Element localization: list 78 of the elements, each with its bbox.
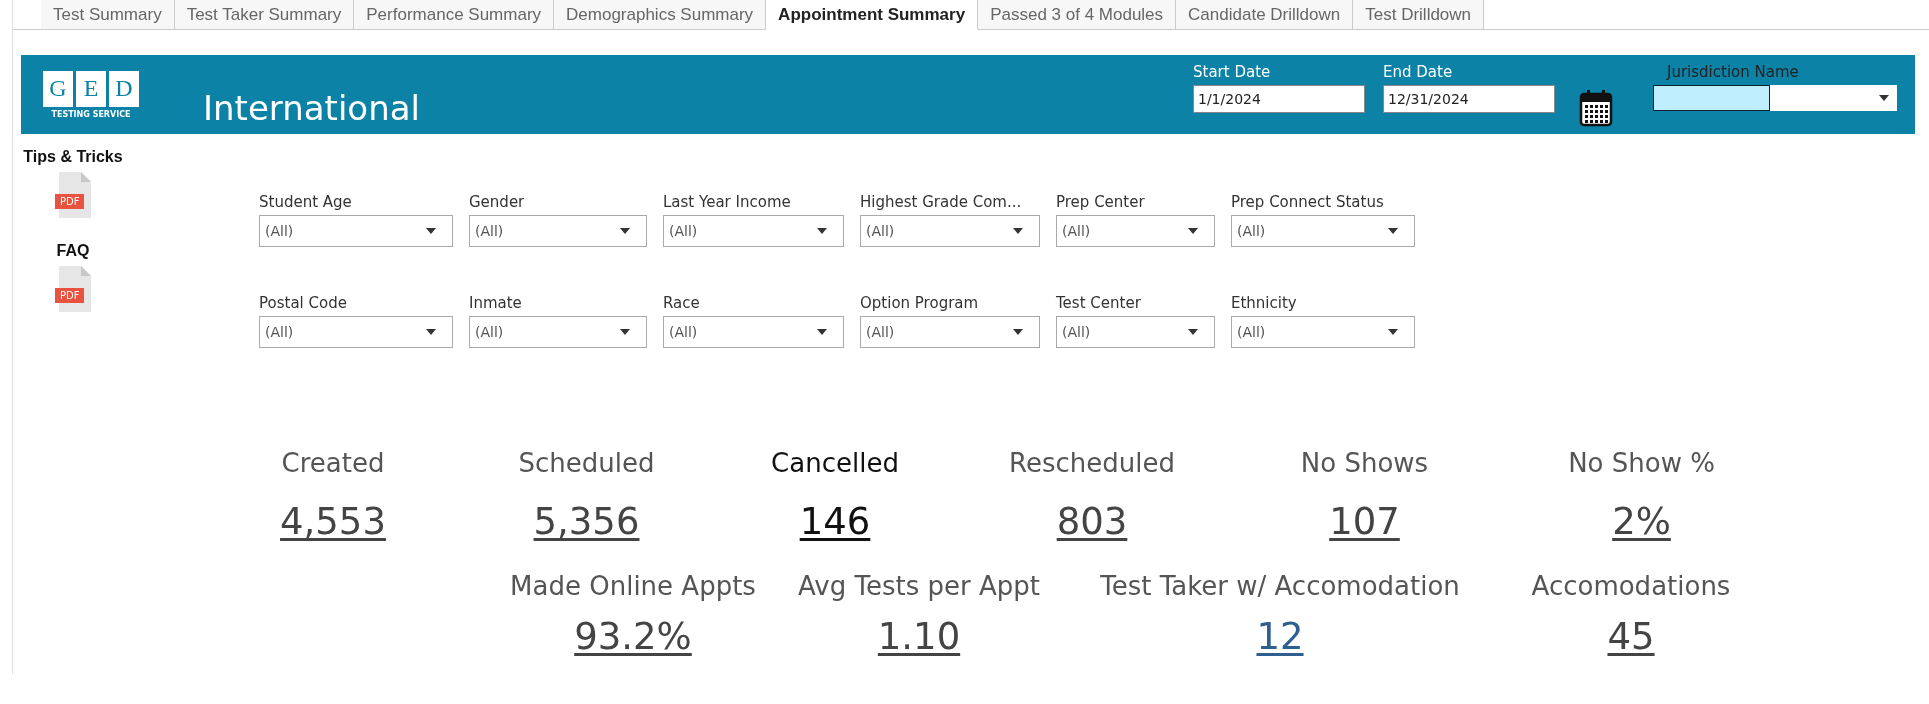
caret-icon xyxy=(1188,329,1198,335)
caret-icon xyxy=(817,329,827,335)
field-label: Jurisdiction Name xyxy=(1667,63,1800,81)
tab[interactable]: Demographics Summary xyxy=(554,0,767,29)
field-label: Start Date xyxy=(1193,63,1272,81)
filter-dropdown[interactable]: (All) xyxy=(860,215,1040,247)
metric-value[interactable]: 4,553 xyxy=(280,500,386,543)
sidebar-label: Tips & Tricks xyxy=(23,148,123,166)
filter-label: Ethnicity xyxy=(1231,293,1298,313)
filter-dropdown[interactable]: (All) xyxy=(1056,316,1215,348)
metric-label: Rescheduled xyxy=(1009,448,1175,478)
metric-value[interactable]: 93.2% xyxy=(574,615,692,658)
caret-icon xyxy=(620,329,630,335)
metric-label: Accomodations xyxy=(1531,571,1731,601)
end-date-field[interactable]: 12/31/2024 xyxy=(1383,85,1555,113)
metric-label: Scheduled xyxy=(518,448,655,478)
filter-label: Highest Grade Com... xyxy=(860,192,1023,212)
start-date-field[interactable]: 1/1/2024 xyxy=(1193,85,1365,113)
filter-dropdown[interactable]: (All) xyxy=(469,316,647,348)
filter-dropdown[interactable]: (All) xyxy=(1231,316,1415,348)
sidebar-label: FAQ xyxy=(56,242,90,260)
caret-icon xyxy=(426,228,436,234)
filter-dropdown[interactable]: (All) xyxy=(259,215,453,247)
metric-label: Cancelled xyxy=(771,448,899,478)
metric-value[interactable]: 1.10 xyxy=(877,615,961,658)
filter-dropdown[interactable]: (All) xyxy=(860,316,1040,348)
tab[interactable]: Passed 3 of 4 Modules xyxy=(978,0,1177,29)
filter-dropdown[interactable]: (All) xyxy=(259,316,453,348)
jurisdiction-dropdown[interactable] xyxy=(1653,85,1897,111)
tab[interactable]: Test Drilldown xyxy=(1353,0,1485,29)
metric-value[interactable]: 5,356 xyxy=(533,500,640,543)
metric-value[interactable]: 107 xyxy=(1329,500,1400,543)
caret-icon xyxy=(1388,228,1398,234)
caret-icon xyxy=(1388,329,1398,335)
filter-dropdown[interactable]: (All) xyxy=(1056,215,1215,247)
metric-value[interactable]: 45 xyxy=(1607,615,1655,658)
caret-icon xyxy=(426,329,436,335)
tab[interactable]: Candidate Drilldown xyxy=(1176,0,1354,29)
filter-dropdown[interactable]: (All) xyxy=(663,215,844,247)
filter-label: Option Program xyxy=(860,293,980,313)
metric-label: Test Taker w/ Accomodation xyxy=(1100,571,1460,601)
metric-value[interactable]: 803 xyxy=(1056,500,1128,543)
metric-label: No Shows xyxy=(1300,448,1429,478)
logo: G E D TESTING SERVICE xyxy=(41,70,141,119)
caret-icon xyxy=(620,228,630,234)
filter-label: Inmate xyxy=(469,293,523,313)
filter-label: Prep Center xyxy=(1056,192,1146,212)
filter-label: Prep Connect Status xyxy=(1231,192,1385,212)
caret-icon xyxy=(1188,228,1198,234)
tab[interactable]: Appointment Summary xyxy=(766,0,979,30)
metric-label: Made Online Appts xyxy=(510,571,756,601)
tab[interactable]: Performance Summary xyxy=(354,0,555,29)
filter-label: Student Age xyxy=(259,192,353,212)
tab[interactable]: Test Taker Summary xyxy=(174,0,355,29)
filter-dropdown[interactable]: (All) xyxy=(663,316,844,348)
filter-dropdown[interactable]: (All) xyxy=(1231,215,1415,247)
filter-dropdown[interactable]: (All) xyxy=(469,215,647,247)
metric-value[interactable]: 2% xyxy=(1612,500,1671,543)
caret-icon xyxy=(1013,329,1023,335)
tab[interactable]: Test Summary xyxy=(41,0,175,29)
metric-value[interactable]: 12 xyxy=(1256,615,1304,658)
pdf-link[interactable]: PDF xyxy=(51,170,95,220)
metric-label: Avg Tests per Appt xyxy=(798,571,1040,601)
caret-icon xyxy=(1879,95,1889,101)
metric-label: Created xyxy=(281,448,385,478)
calendar-icon[interactable] xyxy=(1579,89,1613,127)
filter-label: Test Center xyxy=(1056,293,1142,313)
filter-label: Gender xyxy=(469,192,526,212)
filter-label: Last Year Income xyxy=(663,192,792,212)
caret-icon xyxy=(817,228,827,234)
caret-icon xyxy=(1013,228,1023,234)
pdf-link[interactable]: PDF xyxy=(51,264,95,314)
filter-label: Postal Code xyxy=(259,293,348,313)
metric-value[interactable]: 146 xyxy=(799,500,871,543)
filter-label: Race xyxy=(663,293,701,313)
page-title: International xyxy=(203,87,421,128)
field-label: End Date xyxy=(1383,63,1454,81)
metric-label: No Show % xyxy=(1568,448,1715,478)
